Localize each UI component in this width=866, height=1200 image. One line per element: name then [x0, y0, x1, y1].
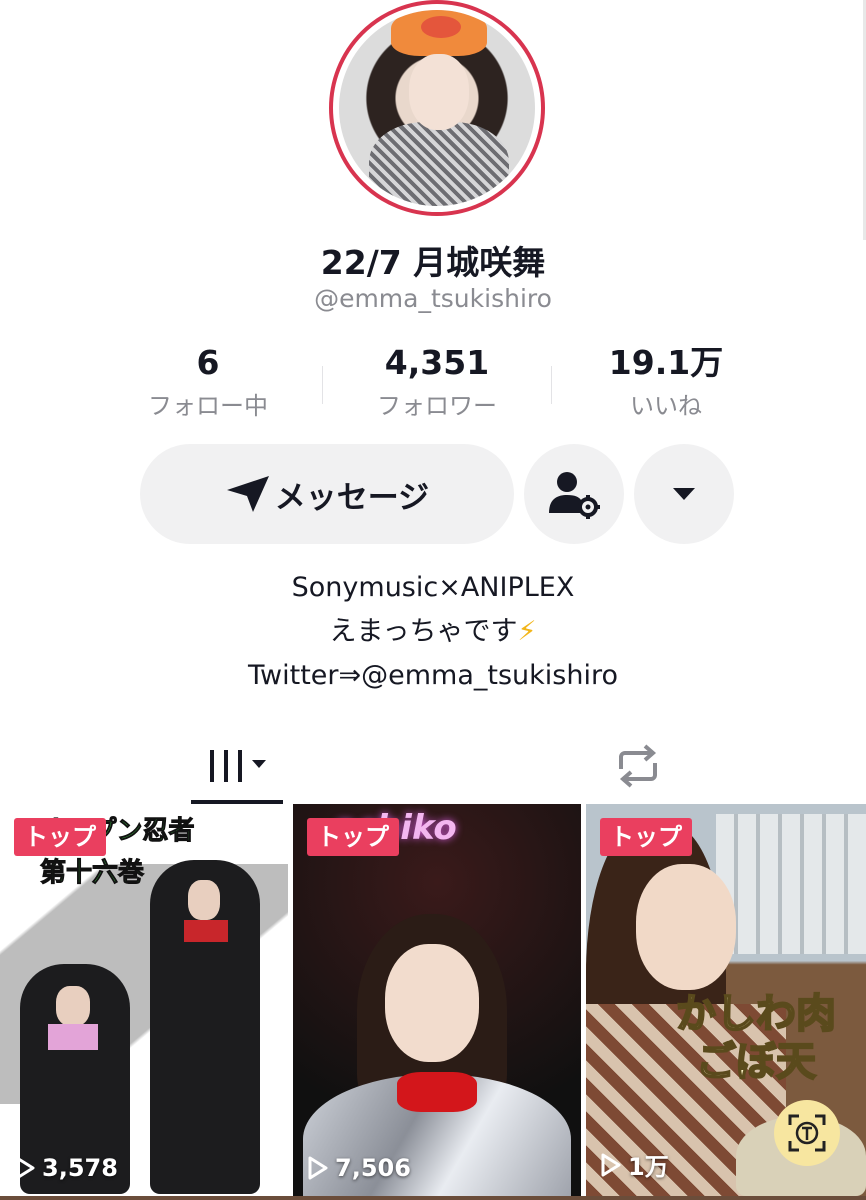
send-icon — [226, 476, 269, 512]
view-count: 7,506 — [307, 1154, 411, 1182]
play-icon — [308, 1156, 328, 1180]
likes-label: いいね — [630, 392, 702, 420]
view-count: 3,578 — [14, 1154, 118, 1182]
profile-tabs — [0, 730, 866, 804]
play-icon — [601, 1153, 621, 1176]
person-figure — [385, 944, 479, 1062]
avatar-image — [339, 10, 535, 206]
pinned-badge: トップ — [14, 818, 106, 856]
divider — [551, 366, 552, 404]
pinned-badge: トップ — [600, 818, 692, 856]
bio-line-2: えまっちゃです⚡ — [329, 616, 537, 647]
pinned-badge: トップ — [307, 818, 399, 856]
display-name: 22/7 月城咲舞 — [320, 243, 546, 282]
person-figure — [150, 860, 260, 1194]
message-button[interactable]: メッセージ — [140, 444, 514, 544]
video-thumbnail[interactable]: オープン忍者 第十六巻 トップ 3,578 — [0, 804, 288, 1196]
following-label: フォロー中 — [148, 392, 268, 420]
next-row-thumbnails — [0, 1196, 866, 1200]
stat-likes[interactable]: 19.1万 いいね — [556, 342, 776, 421]
stat-followers[interactable]: 4,351 フォロワー — [327, 342, 547, 421]
video-thumbnail[interactable]: かしわ肉 ごぼ天 トップ 1万 — [586, 804, 866, 1196]
repost-icon — [619, 744, 657, 788]
followers-label: フォロワー — [377, 392, 497, 420]
following-count: 6 — [196, 343, 220, 382]
video-overlay-text: 第十六巻 — [39, 858, 145, 889]
followers-count: 4,351 — [384, 343, 490, 382]
text-scan-button[interactable] — [774, 1100, 840, 1166]
person-figure — [636, 864, 736, 990]
video-grid: オープン忍者 第十六巻 トップ 3,578 achiko トップ 7,506 か… — [0, 804, 866, 1200]
bio-line-1: Sonymusic×ANIPLEX — [291, 572, 575, 603]
user-settings-icon — [549, 472, 600, 519]
profile-avatar[interactable] — [329, 0, 545, 216]
lightning-icon: ⚡ — [517, 616, 537, 647]
tab-reposts[interactable] — [598, 730, 678, 802]
caret-down-icon — [673, 488, 695, 500]
more-options-button[interactable] — [634, 444, 734, 544]
likes-count: 19.1万 — [608, 343, 724, 382]
text-scan-icon — [788, 1114, 826, 1152]
profile-stats: 6 フォロー中 4,351 フォロワー 19.1万 いいね — [0, 342, 866, 422]
video-caption: かしわ肉 ごぼ天 — [675, 990, 837, 1086]
play-icon — [15, 1156, 35, 1180]
tab-videos[interactable] — [191, 730, 283, 802]
bio-line-3[interactable]: Twitter⇒@emma_tsukishiro — [0, 654, 866, 698]
view-count: 1万 — [600, 1147, 669, 1182]
username: @emma_tsukishiro — [314, 284, 552, 313]
add-friend-settings-button[interactable] — [524, 444, 624, 544]
videos-grid-icon — [210, 750, 266, 782]
video-thumbnail[interactable]: achiko トップ 7,506 — [293, 804, 581, 1196]
stat-following[interactable]: 6 フォロー中 — [98, 342, 318, 421]
divider — [322, 366, 323, 404]
message-label: メッセージ — [274, 479, 430, 516]
profile-bio: Sonymusic×ANIPLEX えまっちゃです⚡ Twitter⇒@emma… — [0, 566, 866, 698]
